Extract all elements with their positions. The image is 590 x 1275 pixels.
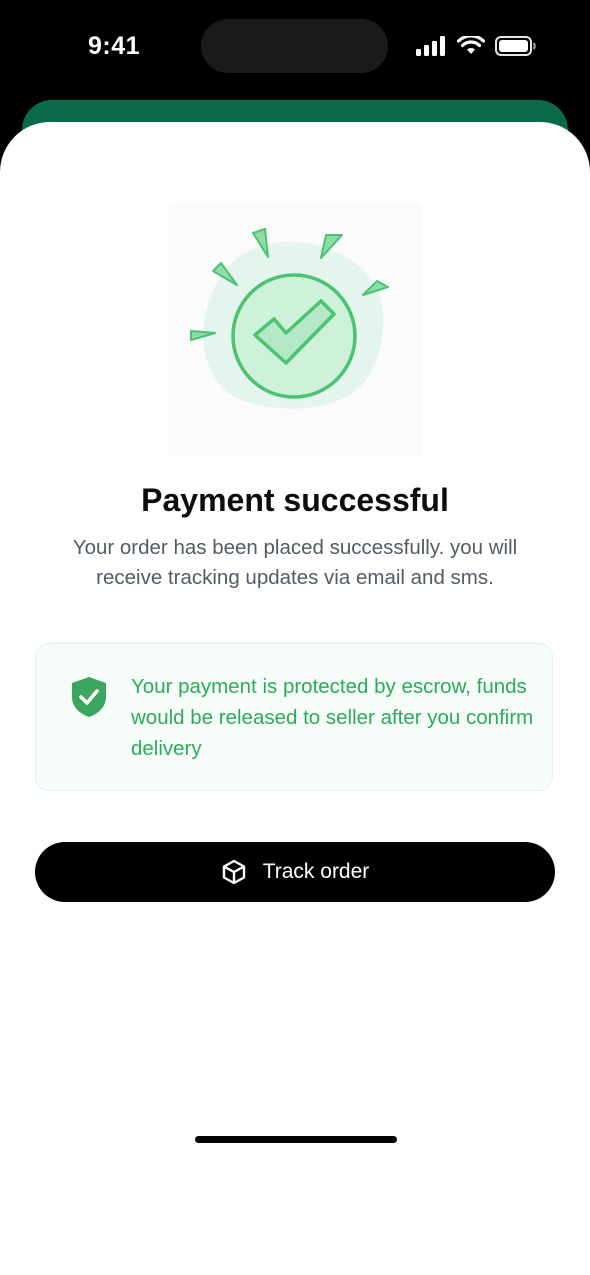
success-checkmark-icon <box>190 228 389 409</box>
escrow-notice-card: Your payment is protected by escrow, fun… <box>35 643 553 791</box>
status-bar: 9:41 <box>0 0 590 95</box>
status-icons <box>416 34 537 58</box>
shield-check-icon <box>69 675 109 719</box>
wifi-icon <box>457 36 485 56</box>
phone-screen: 9:41 Payment successful Your order has b… <box>0 0 590 1275</box>
cellular-signal-icon <box>416 36 448 56</box>
success-illustration <box>169 203 422 456</box>
battery-icon <box>495 35 537 57</box>
package-box-icon <box>221 859 247 885</box>
page-title: Payment successful <box>141 482 449 518</box>
track-order-label: Track order <box>262 860 370 883</box>
escrow-message: Your payment is protected by escrow, fun… <box>131 675 534 760</box>
track-order-button[interactable]: Track order <box>35 842 555 902</box>
status-time: 9:41 <box>88 32 141 60</box>
dynamic-island <box>201 19 388 73</box>
home-indicator[interactable] <box>195 1136 397 1143</box>
page-subtitle: Your order has been placed successfully.… <box>72 536 518 589</box>
